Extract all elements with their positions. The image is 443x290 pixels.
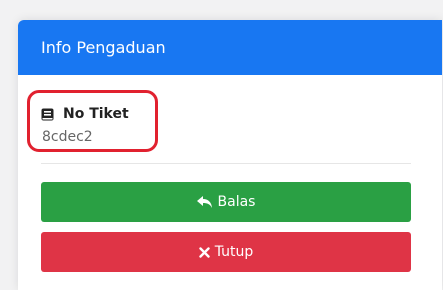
ticket-label: No Tiket xyxy=(63,106,129,122)
reply-icon xyxy=(196,196,212,208)
card-header: Info Pengaduan xyxy=(18,20,442,75)
book-icon xyxy=(41,108,54,120)
card-title: Info Pengaduan xyxy=(41,38,166,57)
complaint-info-card: Info Pengaduan No Tiket 8cdec2 Balas Tut… xyxy=(18,20,442,290)
close-icon xyxy=(199,246,210,258)
ticket-number-field: No Tiket 8cdec2 xyxy=(27,90,158,152)
close-button-label: Tutup xyxy=(214,244,254,260)
ticket-label-row: No Tiket xyxy=(41,106,129,122)
reply-button-label: Balas xyxy=(217,194,256,210)
divider xyxy=(41,163,411,164)
ticket-value: 8cdec2 xyxy=(42,129,93,145)
close-button[interactable]: Tutup xyxy=(41,232,411,272)
reply-button[interactable]: Balas xyxy=(41,182,411,222)
